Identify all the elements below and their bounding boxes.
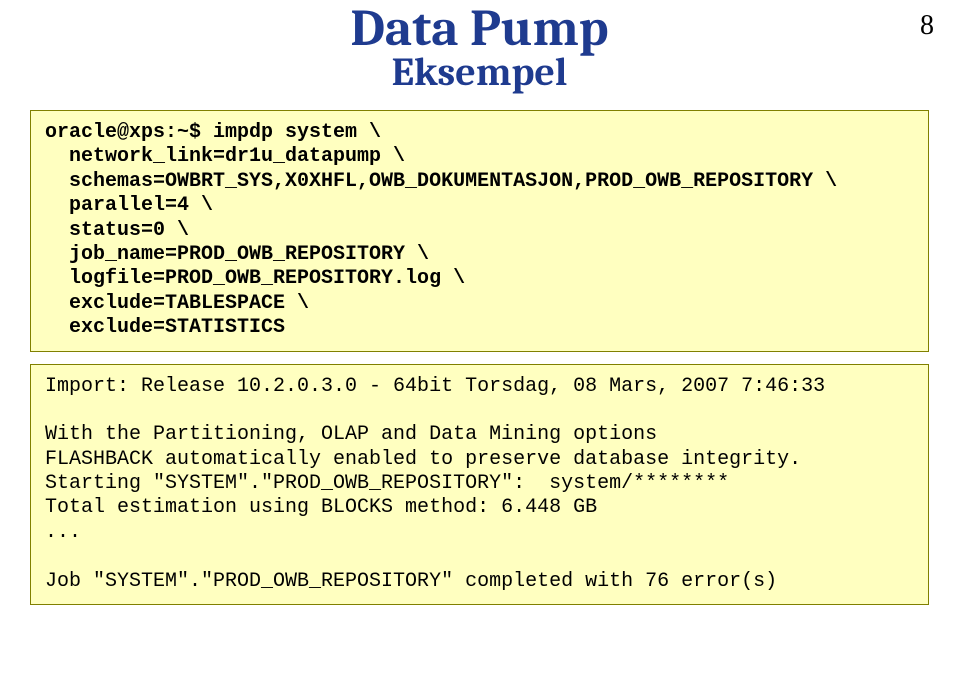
code-line: network_link=dr1u_datapump \ bbox=[45, 145, 405, 168]
slide-title: Data Pump bbox=[0, 2, 959, 54]
code-line: With the Partitioning, OLAP and Data Min… bbox=[45, 423, 657, 446]
page-number: 8 bbox=[920, 10, 934, 42]
code-line: Total estimation using BLOCKS method: 6.… bbox=[45, 496, 597, 519]
command-code-box: oracle@xps:~$ impdp system \ network_lin… bbox=[30, 110, 929, 352]
code-line: job_name=PROD_OWB_REPOSITORY \ bbox=[45, 243, 429, 266]
code-line: FLASHBACK automatically enabled to prese… bbox=[45, 448, 801, 471]
title-block: Data Pump Eksempel bbox=[0, 2, 959, 92]
code-line: Job "SYSTEM"."PROD_OWB_REPOSITORY" compl… bbox=[45, 570, 777, 593]
code-line: exclude=STATISTICS bbox=[45, 316, 285, 339]
code-line: schemas=OWBRT_SYS,X0XHFL,OWB_DOKUMENTASJ… bbox=[45, 170, 837, 193]
code-line: Starting "SYSTEM"."PROD_OWB_REPOSITORY":… bbox=[45, 472, 729, 495]
code-line: parallel=4 \ bbox=[45, 194, 213, 217]
output-code-box: Import: Release 10.2.0.3.0 - 64bit Torsd… bbox=[30, 364, 929, 606]
code-line: exclude=TABLESPACE \ bbox=[45, 292, 309, 315]
code-line: ... bbox=[45, 521, 81, 544]
slide-subtitle: Eksempel bbox=[0, 52, 959, 92]
code-line: logfile=PROD_OWB_REPOSITORY.log \ bbox=[45, 267, 465, 290]
code-line: oracle@xps:~$ impdp system \ bbox=[45, 121, 381, 144]
code-line: status=0 \ bbox=[45, 219, 189, 242]
code-line: Import: Release 10.2.0.3.0 - 64bit Torsd… bbox=[45, 375, 825, 398]
